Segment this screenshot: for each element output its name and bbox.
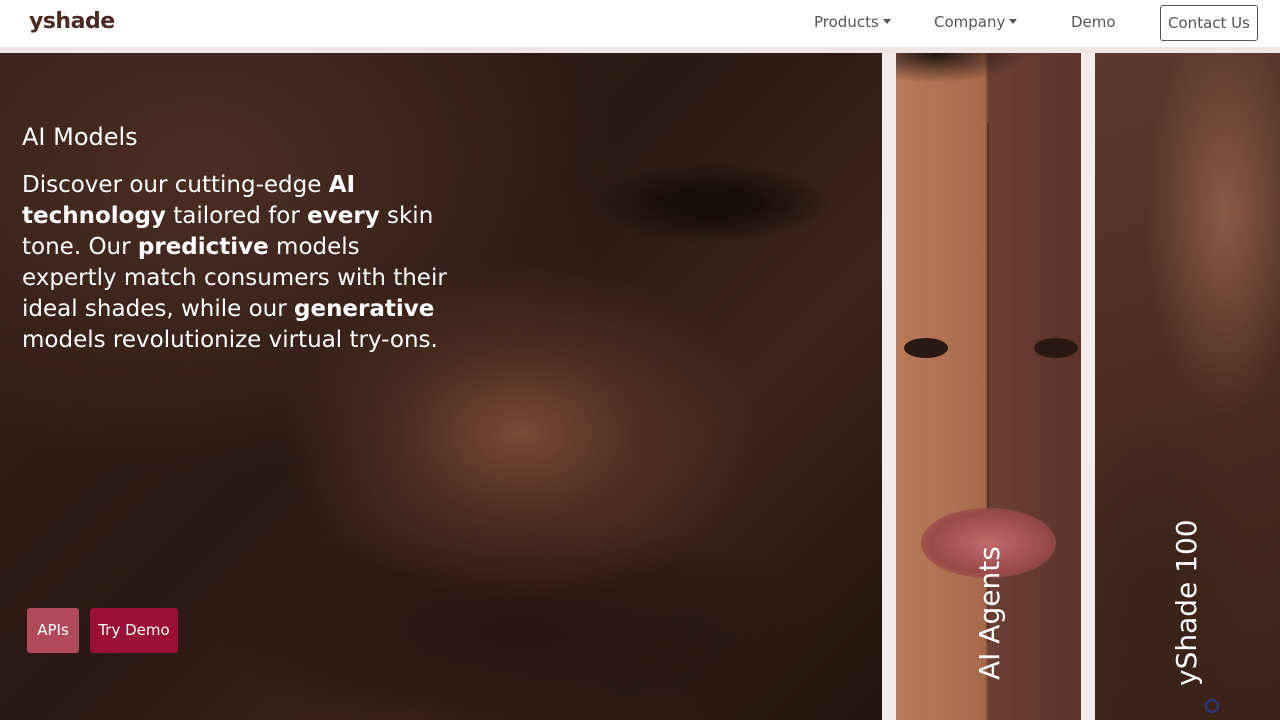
nav-demo[interactable]: Demo [1071,13,1116,31]
top-navbar: yshade Products Company Demo Contact Us [0,0,1280,47]
hero-panel: AI Models Discover our cutting-edge AI t… [0,53,882,720]
chevron-down-icon [882,19,891,24]
try-demo-button[interactable]: Try Demo [90,608,178,653]
contact-us-button[interactable]: Contact Us [1160,5,1258,41]
hero-text-part: Discover our cutting-edge [22,172,329,198]
nav-company[interactable]: Company [934,13,1018,31]
apis-button[interactable]: APIs [27,608,79,653]
portrait-eye [904,338,948,358]
portrait-eye [1034,338,1078,358]
ai-agents-panel[interactable]: AI Agents [896,53,1081,720]
help-icon[interactable] [1205,699,1219,713]
hero-title: AI Models [22,123,138,151]
hero-text-part: tailored for [165,203,308,229]
nav-products-label: Products [814,13,879,31]
nav-products[interactable]: Products [814,13,891,31]
hero-text-bold: generative [294,296,435,322]
nav-company-label: Company [934,13,1006,31]
logo[interactable]: yshade [29,9,115,34]
hero-text-part: models revolutionize virtual try-ons. [22,327,438,353]
ai-agents-label: AI Agents [973,546,1006,680]
hero-text-bold: predictive [137,234,269,260]
yshade-100-label: yShade 100 [1170,519,1203,686]
hero-text-bold: every [307,203,380,229]
chevron-down-icon [1009,19,1018,24]
hero-description: Discover our cutting-edge AI technology … [22,170,452,356]
yshade-100-panel[interactable]: yShade 100 [1095,53,1280,720]
